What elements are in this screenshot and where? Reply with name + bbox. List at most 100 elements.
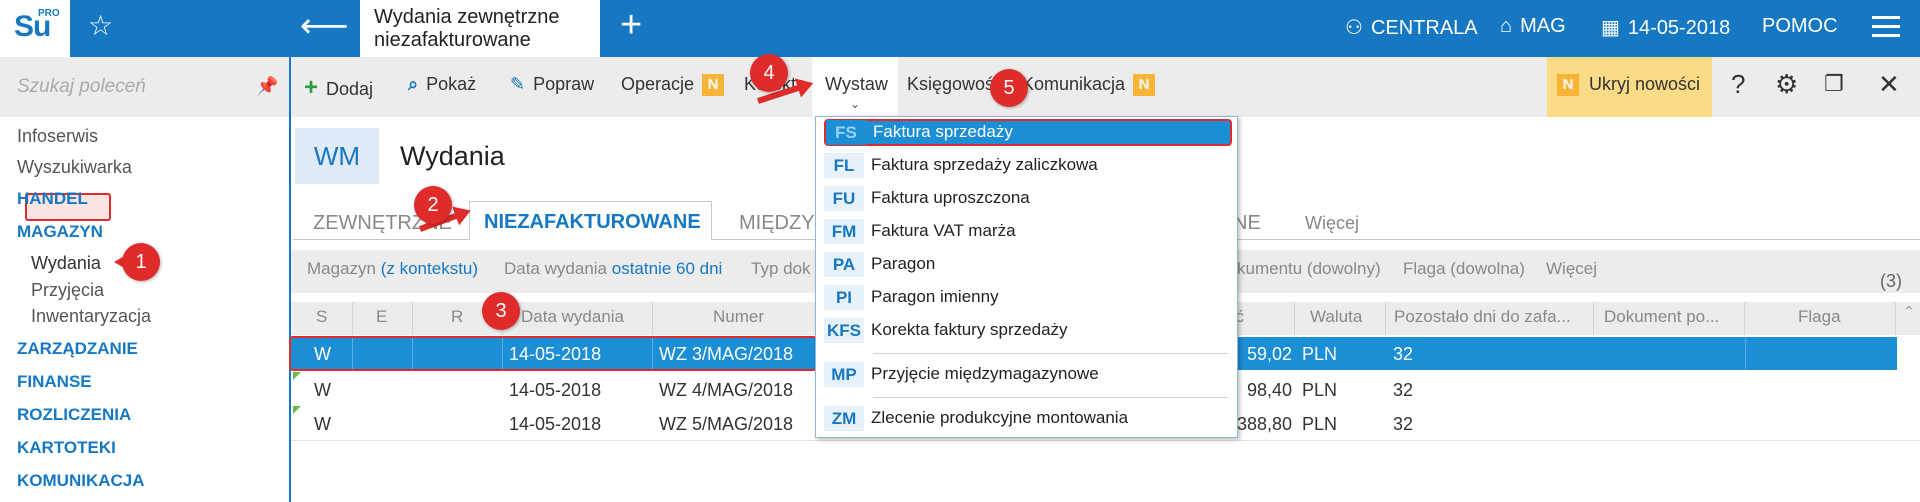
menu-item-zm[interactable]: ZM Zlecenie produkcyjne montowania	[824, 405, 1232, 432]
col-header-flaga[interactable]: Flaga	[1798, 307, 1841, 327]
menu-item-label: Paragon	[871, 254, 936, 273]
filter-flaga[interactable]: Flaga (dowolna)	[1403, 259, 1525, 279]
menu-item-label: Przyjęcie międzymagazynowe	[871, 364, 1099, 383]
org-chart-icon: ⚇	[1345, 17, 1363, 39]
new-badge: N	[1133, 74, 1156, 97]
ksiegowosc-button[interactable]: Księgowość	[907, 74, 1003, 95]
sidebar-item-magazyn[interactable]: MAGAZYN	[17, 222, 103, 242]
pokaz-button[interactable]: ⌕ Pokaż	[408, 74, 476, 95]
filter-magazyn-label: Magazyn	[307, 259, 376, 278]
restore-window-icon[interactable]: ❐	[1824, 73, 1844, 95]
col-header-dokument[interactable]: Dokument po...	[1604, 307, 1719, 327]
filter-data-label: Data wydania	[504, 259, 608, 278]
filter-data-value: ostatnie 60 dni	[611, 259, 723, 278]
dodaj-button[interactable]: + Dodaj	[304, 74, 373, 102]
logo-sup: PRO	[38, 8, 60, 19]
menu-item-pi[interactable]: PI Paragon imienny	[824, 284, 1232, 311]
scroll-up-icon[interactable]: ⌃	[1903, 303, 1915, 320]
mag-button[interactable]: ⌂ MAG	[1500, 15, 1566, 38]
menu-item-fs[interactable]: FS Faktura sprzedaży	[824, 119, 1232, 146]
date-button[interactable]: ▦ 14-05-2018	[1601, 15, 1730, 40]
mag-label: MAG	[1520, 15, 1566, 37]
wystaw-button[interactable]: Wystaw	[825, 74, 888, 95]
sidebar-item-komunikacja[interactable]: KOMUNIKACJA	[17, 471, 145, 491]
doc-code: ZM	[824, 406, 864, 431]
tab-title-line1: Wydania zewnętrzne	[374, 6, 560, 28]
popraw-button[interactable]: ✎ Popraw	[510, 74, 594, 95]
ukryj-nowosci-label: N Ukryj nowości	[1557, 74, 1701, 97]
star-icon[interactable]: ☆	[88, 12, 113, 40]
menu-divider	[873, 353, 1228, 354]
pomoc-button[interactable]: POMOC	[1762, 15, 1838, 38]
col-header-e[interactable]: E	[376, 307, 387, 327]
sidebar-item-finanse[interactable]: FINANSE	[17, 372, 92, 392]
menu-item-mp[interactable]: MP Przyjęcie międzymagazynowe	[824, 361, 1232, 388]
komunikacja-button[interactable]: Komunikacja N	[1022, 74, 1156, 97]
new-badge: N	[702, 74, 725, 97]
col-header-pozostalo[interactable]: Pozostało dni do zafa...	[1394, 307, 1571, 327]
tab-wiecej[interactable]: Więcej	[1305, 213, 1359, 234]
col-header-s[interactable]: S	[316, 307, 327, 327]
cell-numer: WZ 4/MAG/2018	[659, 380, 794, 400]
menu-item-label: Faktura sprzedaży zaliczkowa	[871, 155, 1098, 174]
pin-icon[interactable]: 📌	[256, 76, 278, 97]
komunikacja-label: Komunikacja	[1022, 74, 1126, 94]
logo[interactable]: Su PRO	[0, 0, 70, 57]
filter-data-wydania[interactable]: Data wydania ostatnie 60 dni	[504, 259, 722, 279]
wystaw-dropdown-menu: FS Faktura sprzedaży FL Faktura sprzedaży …	[815, 116, 1238, 438]
tab-wydania-niezafakturowane[interactable]: Wydania zewnętrzne niezafakturowane	[360, 0, 600, 57]
menu-item-label: Paragon imienny	[871, 287, 999, 306]
filter-typ-dokumentu[interactable]: Typ dok	[751, 259, 811, 279]
page-title: Wydania	[400, 141, 505, 171]
back-arrow-icon[interactable]: ⟵	[300, 9, 349, 43]
menu-divider	[873, 397, 1228, 398]
filter-magazyn[interactable]: Magazyn (z kontekstu)	[307, 259, 478, 279]
help-icon[interactable]: ?	[1731, 71, 1745, 97]
col-header-numer[interactable]: Numer	[713, 307, 764, 327]
cell-pozostalo: 32	[1393, 344, 1414, 364]
cell-wartosc: 98,40	[1247, 380, 1293, 400]
col-header-waluta[interactable]: Waluta	[1310, 307, 1362, 327]
menu-item-fl[interactable]: FL Faktura sprzedaży zaliczkowa	[824, 152, 1232, 179]
command-search[interactable]: Szukaj poleceń 📌	[0, 57, 289, 117]
menu-item-kfs[interactable]: KFS Korekta faktury sprzedaży	[824, 317, 1232, 344]
sidebar-item-rozliczenia[interactable]: ROZLICZENIA	[17, 405, 131, 425]
record-count: (3)	[1880, 271, 1902, 291]
doc-code: KFS	[824, 318, 864, 343]
sidebar-item-zarzadzanie[interactable]: ZARZĄDZANIE	[17, 339, 138, 359]
col-header-data[interactable]: Data wydania	[521, 307, 624, 327]
menu-item-fm[interactable]: FM Faktura VAT marża	[824, 218, 1232, 245]
hamburger-menu-icon[interactable]	[1872, 16, 1900, 38]
sidebar-item-handel[interactable]: HANDEL	[17, 189, 88, 209]
doc-code: MP	[824, 362, 864, 387]
sidebar-item-wydania[interactable]: Wydania	[31, 253, 101, 274]
filter-dokument[interactable]: kumentu (dowolny)	[1237, 259, 1381, 279]
new-tab-plus-icon[interactable]: +	[620, 6, 642, 44]
callout-2: 2	[414, 186, 452, 224]
tab-miedzy[interactable]: MIĘDZY	[739, 212, 815, 235]
sidebar-item-wyszukiwarka[interactable]: Wyszukiwarka	[17, 157, 132, 178]
sidebar-item-przyjecia[interactable]: Przyjęcia	[31, 280, 104, 301]
cell-s: W	[314, 414, 331, 434]
module-badge: WM	[295, 128, 379, 184]
grid-footer-line	[291, 440, 1920, 441]
calendar-icon: ▦	[1601, 17, 1620, 39]
col-header-r[interactable]: R	[451, 307, 463, 327]
filter-wiecej[interactable]: Więcej	[1546, 259, 1597, 279]
sidebar-item-kartoteki[interactable]: KARTOTEKI	[17, 438, 116, 458]
centrala-button[interactable]: ⚇ CENTRALA	[1345, 15, 1478, 40]
doc-code: FU	[824, 186, 864, 211]
sidebar-item-infoserwis[interactable]: Infoserwis	[17, 126, 98, 147]
doc-code: FM	[824, 219, 864, 244]
cell-s: W	[314, 380, 331, 400]
operacje-button[interactable]: Operacje N	[621, 74, 725, 97]
tab-niezafakturowane[interactable]: NIEZAFAKTUROWANE	[469, 201, 712, 240]
menu-item-fu[interactable]: FU Faktura uproszczona	[824, 185, 1232, 212]
cell-data: 14-05-2018	[509, 380, 602, 400]
sidebar-item-inwentaryzacja[interactable]: Inwentaryzacja	[31, 306, 151, 327]
close-icon[interactable]: ✕	[1878, 71, 1900, 97]
menu-item-pa[interactable]: PA Paragon	[824, 251, 1232, 278]
ukryj-text: Ukryj nowości	[1589, 74, 1701, 94]
gear-icon[interactable]: ⚙	[1775, 71, 1798, 97]
brush-icon: ✎	[510, 74, 526, 94]
